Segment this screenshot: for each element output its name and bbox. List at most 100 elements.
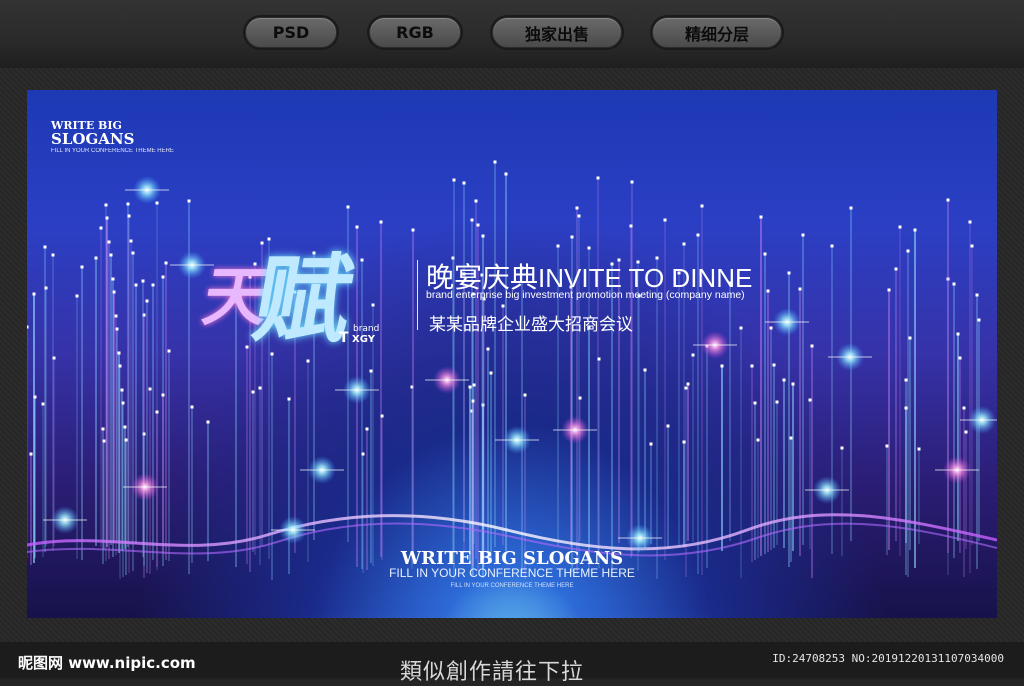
light-dot <box>753 401 757 405</box>
light-dot <box>885 444 889 448</box>
light-dot <box>570 235 574 239</box>
light-dot <box>970 244 974 248</box>
corner-slogan-line2: SLOGANS <box>51 130 135 148</box>
bottom-slogan-sub: FILL IN YOUR CONFERENCE THEME HERE <box>389 566 635 580</box>
light-dot <box>99 226 103 230</box>
light-dot <box>44 286 48 290</box>
light-dot <box>161 275 165 279</box>
light-dot <box>904 406 908 410</box>
light-dot <box>164 261 168 265</box>
light-dot <box>789 436 793 440</box>
light-dot <box>958 356 962 360</box>
light-dot <box>501 304 505 308</box>
light-dot <box>917 447 921 451</box>
light-dot <box>597 357 601 361</box>
light-dot <box>51 253 55 257</box>
light-dot <box>75 294 79 298</box>
light-dot <box>131 251 135 255</box>
site-watermark: 昵图网 www.nipic.com <box>18 654 196 672</box>
light-dot <box>29 452 33 456</box>
light-dot <box>476 223 480 227</box>
light-dot <box>190 405 194 409</box>
headline-divider <box>417 260 418 330</box>
light-dot <box>32 292 36 296</box>
light-dot <box>141 279 145 283</box>
light-dot <box>894 267 898 271</box>
light-dot <box>686 382 690 386</box>
light-dot <box>112 290 116 294</box>
light-dot <box>187 199 191 203</box>
tab-rgb[interactable]: RGB <box>369 17 461 48</box>
light-dot <box>977 318 981 322</box>
light-dot <box>126 202 130 206</box>
light-dot <box>577 214 581 218</box>
light-dot <box>684 386 688 390</box>
light-dot <box>691 353 695 357</box>
light-dot <box>361 452 365 456</box>
light-dot <box>766 289 770 293</box>
light-dot <box>798 287 802 291</box>
light-dot <box>155 410 159 414</box>
light-dot <box>489 371 493 375</box>
light-dot <box>964 430 968 434</box>
light-dot <box>94 256 98 260</box>
light-dot <box>596 176 600 180</box>
light-dot <box>975 293 979 297</box>
light-dot <box>206 420 210 424</box>
light-dot <box>849 206 853 210</box>
scroll-hint: 類似創作請往下拉 <box>400 660 585 685</box>
light-dot <box>763 252 767 256</box>
tab-layered[interactable]: 精细分层 <box>652 17 782 48</box>
light-dot <box>462 181 466 185</box>
light-dot <box>808 398 812 402</box>
light-dot <box>782 378 786 382</box>
light-dot <box>968 220 972 224</box>
light-dot <box>379 220 383 224</box>
headline-subtitle-en: brand enterprise big investment promotio… <box>426 289 745 301</box>
light-dot <box>117 351 121 355</box>
light-dot <box>123 425 127 429</box>
light-dot <box>101 427 105 431</box>
light-dot <box>772 363 776 367</box>
light-dot <box>682 242 686 246</box>
light-dot <box>493 160 497 164</box>
light-dot <box>578 396 582 400</box>
light-dot <box>756 438 760 442</box>
light-dot <box>913 228 917 232</box>
light-dot <box>120 388 124 392</box>
light-dot <box>129 239 133 243</box>
light-dot <box>663 218 667 222</box>
light-dot <box>810 344 814 348</box>
light-dot <box>380 414 384 418</box>
light-dot <box>629 224 633 228</box>
light-dot <box>908 336 912 340</box>
light-dot <box>575 206 579 210</box>
light-dot <box>114 314 118 318</box>
light-dot <box>52 356 56 360</box>
light-dot <box>151 283 155 287</box>
light-dot <box>102 439 106 443</box>
light-dot <box>801 233 805 237</box>
light-dot <box>474 199 478 203</box>
light-dot <box>750 364 754 368</box>
light-dot <box>471 399 475 403</box>
light-dot <box>41 402 45 406</box>
image-id: ID:24708253 NO:20191220131107034000 <box>772 652 1004 665</box>
light-dot <box>791 382 795 386</box>
tab-psd[interactable]: PSD <box>245 17 337 48</box>
tab-exclusive[interactable]: 独家出售 <box>492 17 622 48</box>
light-dot <box>155 201 159 205</box>
light-dot <box>840 446 844 450</box>
light-dot <box>587 246 591 250</box>
light-dot <box>486 347 490 351</box>
light-dot <box>369 369 373 373</box>
light-dot <box>556 244 560 248</box>
light-dot <box>452 178 456 182</box>
light-dot <box>769 326 773 330</box>
light-dot <box>115 327 119 331</box>
light-dot <box>251 390 255 394</box>
light-dot <box>962 406 966 410</box>
light-dot <box>887 288 891 292</box>
light-dot <box>787 271 791 275</box>
bottom-slogan-sub2: FILL IN YOUR CONFERENCE THEME HERE <box>450 583 574 589</box>
